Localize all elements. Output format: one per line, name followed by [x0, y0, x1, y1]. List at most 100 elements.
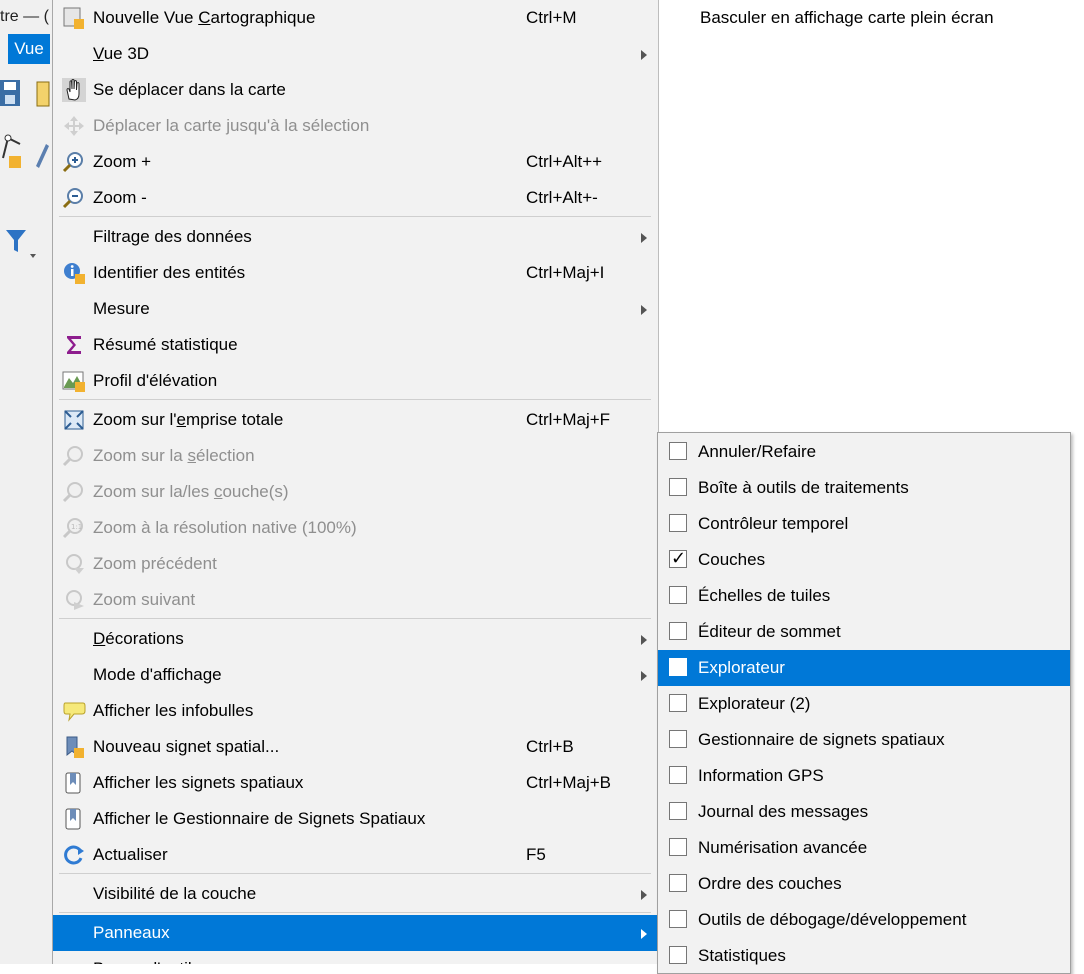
menu-item-vue-3d[interactable]: Vue 3D — [53, 36, 658, 72]
menu-item-label: Actualiser — [93, 845, 168, 864]
menu-item-nouveau-signet-spatial[interactable]: Nouveau signet spatial... Ctrl+B — [53, 729, 658, 765]
submenu-arrow-icon — [641, 305, 647, 315]
menu-item-decorations[interactable]: Décorations — [53, 621, 658, 657]
menu-item-zoom-sur-la-selection[interactable]: Zoom sur la sélection — [53, 438, 658, 474]
pen-icon[interactable] — [34, 140, 50, 170]
map-tips-icon — [63, 702, 86, 722]
panel-item-annuler-refaire[interactable]: Annuler/Refaire — [658, 434, 1070, 470]
refresh-icon — [64, 845, 84, 865]
menu-item-deplacer-la-carte-jusqu-a-la-selection[interactable]: Déplacer la carte jusqu'à la sélection — [53, 108, 658, 144]
panel-checkbox[interactable] — [669, 838, 687, 856]
menu-item-shortcut: Ctrl+Maj+B — [526, 773, 612, 792]
panel-item-explorateur[interactable]: Explorateur — [658, 650, 1070, 686]
panel-checkbox[interactable] — [669, 730, 687, 748]
panel-checkbox[interactable] — [669, 514, 687, 532]
panel-checkbox[interactable] — [669, 946, 687, 964]
menu-item-zoom-a-la-resolution-native-100[interactable]: 1:1 Zoom à la résolution native (100%) — [53, 510, 658, 546]
menu-item-nouvelle-vue-cartographique[interactable]: Nouvelle Vue Cartographique Ctrl+M — [53, 0, 658, 36]
menu-item-label: Identifier des entités — [93, 263, 246, 282]
menu-item-se-deplacer-dans-la-carte[interactable]: Se déplacer dans la carte — [53, 72, 658, 108]
menu-item-shortcut: Ctrl+Maj+I — [526, 263, 605, 282]
menu-item-panneaux[interactable]: Panneaux — [53, 915, 658, 951]
panel-item-controleur-temporel[interactable]: Contrôleur temporel — [658, 506, 1070, 542]
menu-item-visibilite-de-la-couche[interactable]: Visibilité de la couche — [53, 876, 658, 912]
menu-item-afficher-les-infobulles[interactable]: Afficher les infobulles — [53, 693, 658, 729]
panels-submenu: Annuler/Refaire Boîte à outils de traitem… — [657, 432, 1071, 974]
panel-item-numerisation-avancee[interactable]: Numérisation avancée — [658, 830, 1070, 866]
panel-item-label: Journal des messages — [698, 802, 869, 821]
panel-checkbox[interactable] — [669, 478, 687, 496]
menu-item-zoom-suivant[interactable]: Zoom suivant — [53, 582, 658, 618]
panel-item-outils-de-debogage-developpement[interactable]: Outils de débogage/développement — [658, 902, 1070, 938]
menu-item-mode-d-affichage[interactable]: Mode d'affichage — [53, 657, 658, 693]
menu-item-shortcut: Ctrl+Maj+F — [526, 410, 611, 429]
menu-item-label: Nouveau signet spatial... — [93, 737, 280, 756]
panel-checkbox[interactable] — [669, 802, 687, 820]
panel-checkbox[interactable] — [669, 586, 687, 604]
panel-checkbox[interactable] — [669, 442, 687, 460]
menu-item-zoom[interactable]: Zoom - Ctrl+Alt+- — [53, 180, 658, 216]
panel-checkbox[interactable] — [669, 910, 687, 928]
panel-checkbox[interactable] — [669, 694, 687, 712]
menu-item-profil-d-elevation[interactable]: Profil d'élévation — [53, 363, 658, 399]
filter-icon[interactable] — [4, 228, 40, 262]
menu-item-label: Décorations — [93, 629, 184, 648]
panel-item-couches[interactable]: ✓ Couches — [658, 542, 1070, 578]
menu-item-label: Zoom à la résolution native (100%) — [93, 518, 357, 537]
checkmark-icon: ✓ — [671, 548, 687, 569]
background-app-window: tre — ( Vue — [0, 0, 53, 964]
menu-item-filtrage-des-donnees[interactable]: Filtrage des données — [53, 219, 658, 255]
panel-item-echelles-de-tuiles[interactable]: Échelles de tuiles — [658, 578, 1070, 614]
panel-item-explorateur-2[interactable]: Explorateur (2) — [658, 686, 1070, 722]
digitize-node-icon[interactable] — [0, 130, 24, 172]
panel-item-label: Ordre des couches — [698, 874, 842, 893]
panel-item-statistiques[interactable]: Statistiques — [658, 938, 1070, 973]
panel-item-gestionnaire-de-signets-spatiaux[interactable]: Gestionnaire de signets spatiaux — [658, 722, 1070, 758]
new-bookmark-icon — [66, 736, 84, 758]
panel-checkbox[interactable]: ✓ — [669, 548, 687, 569]
panel-checkbox[interactable] — [669, 874, 687, 892]
menu-item-actualiser[interactable]: Actualiser F5 — [53, 837, 658, 873]
panel-item-ordre-des-couches[interactable]: Ordre des couches — [658, 866, 1070, 902]
panel-item-boite-a-outils-de-traitements[interactable]: Boîte à outils de traitements — [658, 470, 1070, 506]
menu-item-label: Zoom suivant — [93, 590, 196, 609]
pan-hand-icon — [62, 78, 86, 102]
identify-icon — [64, 263, 85, 284]
panel-item-journal-des-messages[interactable]: Journal des messages — [658, 794, 1070, 830]
zoom-next-icon — [66, 590, 84, 610]
menu-item-zoom-sur-la-les-couche-s[interactable]: Zoom sur la/les couche(s) — [53, 474, 658, 510]
menu-bar-vue[interactable]: Vue — [8, 34, 50, 64]
zoom-selection-icon — [62, 446, 83, 467]
menu-item-mesure[interactable]: Mesure — [53, 291, 658, 327]
panel-item-editeur-de-sommet[interactable]: Éditeur de sommet — [658, 614, 1070, 650]
menu-item-zoom[interactable]: Zoom + Ctrl+Alt++ — [53, 144, 658, 180]
panel-item-label: Couches — [698, 550, 766, 569]
menu-item-barres-d-outils[interactable]: Barres d'outils — [53, 951, 658, 964]
panel-item-label: Information GPS — [698, 766, 824, 785]
menu-separator — [59, 399, 651, 400]
bookmarks-icon — [65, 772, 81, 794]
zoom-in-icon — [62, 152, 83, 173]
panel-item-information-gps[interactable]: Information GPS — [658, 758, 1070, 794]
print-layout-icon[interactable] — [36, 80, 50, 108]
submenu-arrow-icon — [641, 890, 647, 900]
submenu-arrow-icon — [641, 233, 647, 243]
menu-item-afficher-le-gestionnaire-de-signets-spatiaux[interactable]: Afficher le Gestionnaire de Signets Spat… — [53, 801, 658, 837]
panel-item-label: Éditeur de sommet — [698, 622, 841, 641]
status-tooltip: Basculer en affichage carte plein écran — [700, 8, 994, 27]
panel-checkbox[interactable] — [669, 658, 687, 676]
menu-item-resume-statistique[interactable]: Résumé statistique — [53, 327, 658, 363]
menu-item-shortcut: F5 — [526, 845, 546, 864]
menu-item-afficher-les-signets-spatiaux[interactable]: Afficher les signets spatiaux Ctrl+Maj+B — [53, 765, 658, 801]
menu-item-identifier-des-entites[interactable]: Identifier des entités Ctrl+Maj+I — [53, 255, 658, 291]
menu-item-label: Vue 3D — [93, 44, 150, 63]
menu-item-label: Déplacer la carte jusqu'à la sélection — [93, 116, 370, 135]
menu-item-label: Mesure — [93, 299, 150, 318]
panel-checkbox[interactable] — [669, 766, 687, 784]
save-icon[interactable] — [0, 78, 22, 108]
menu-item-shortcut: Ctrl+Alt++ — [526, 152, 603, 171]
menu-item-zoom-precedent[interactable]: Zoom précédent — [53, 546, 658, 582]
panel-checkbox[interactable] — [669, 622, 687, 640]
menu-item-zoom-sur-l-emprise-totale[interactable]: Zoom sur l'emprise totale Ctrl+Maj+F — [53, 402, 658, 438]
zoom-native-icon: 1:1 — [62, 518, 83, 539]
